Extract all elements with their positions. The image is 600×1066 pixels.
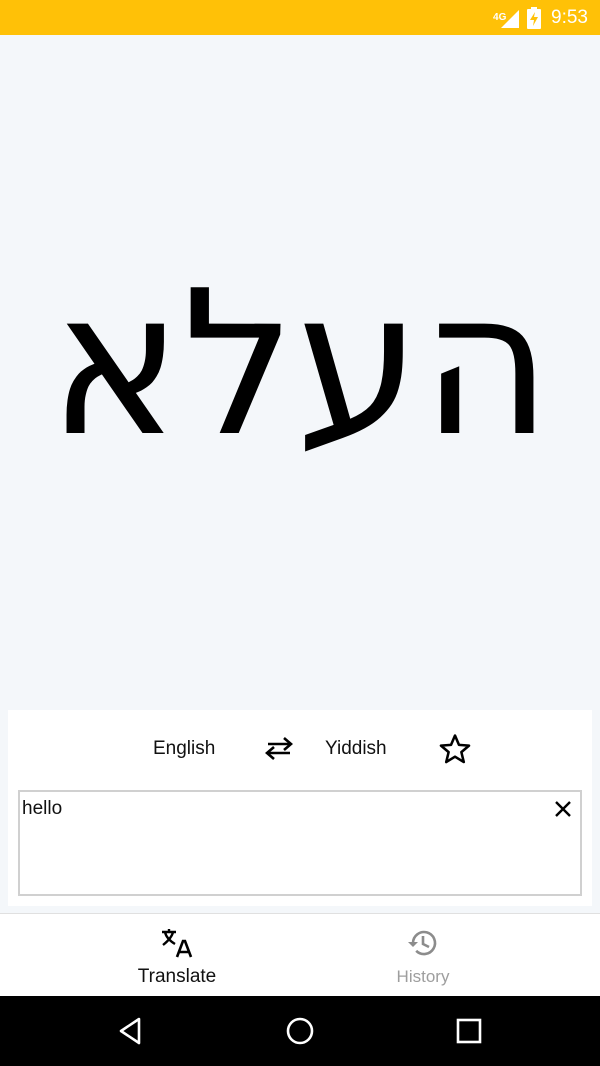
close-icon[interactable] — [552, 798, 574, 820]
status-icons: 4G 9:53 — [493, 0, 588, 35]
translator-card: English Yiddish hello — [8, 710, 592, 906]
status-bar: 4G 9:53 — [0, 0, 600, 35]
tab-history[interactable]: History — [273, 914, 573, 997]
swap-arrows-icon[interactable] — [264, 736, 294, 760]
battery-charging-icon — [527, 6, 542, 29]
home-icon[interactable] — [282, 1013, 318, 1049]
status-clock: 9:53 — [551, 6, 588, 28]
source-language-button[interactable]: English — [153, 738, 215, 760]
source-text-input[interactable]: hello — [18, 790, 582, 896]
history-icon — [408, 930, 437, 956]
target-language-button[interactable]: Yiddish — [325, 738, 387, 760]
language-selector-row: English Yiddish — [8, 710, 592, 786]
bottom-navigation: Translate History — [0, 913, 600, 997]
signal-indicator: 4G — [493, 6, 520, 30]
translated-text: העלא — [48, 248, 552, 481]
back-icon[interactable] — [113, 1013, 149, 1049]
star-outline-icon[interactable] — [438, 732, 472, 766]
tab-history-label: History — [396, 967, 450, 986]
recents-icon[interactable] — [451, 1013, 487, 1049]
source-text-value[interactable]: hello — [22, 798, 62, 820]
signal-icon — [501, 9, 520, 28]
translation-display: העלא — [0, 35, 600, 710]
translate-icon — [162, 929, 193, 958]
system-navigation-bar — [0, 996, 600, 1066]
